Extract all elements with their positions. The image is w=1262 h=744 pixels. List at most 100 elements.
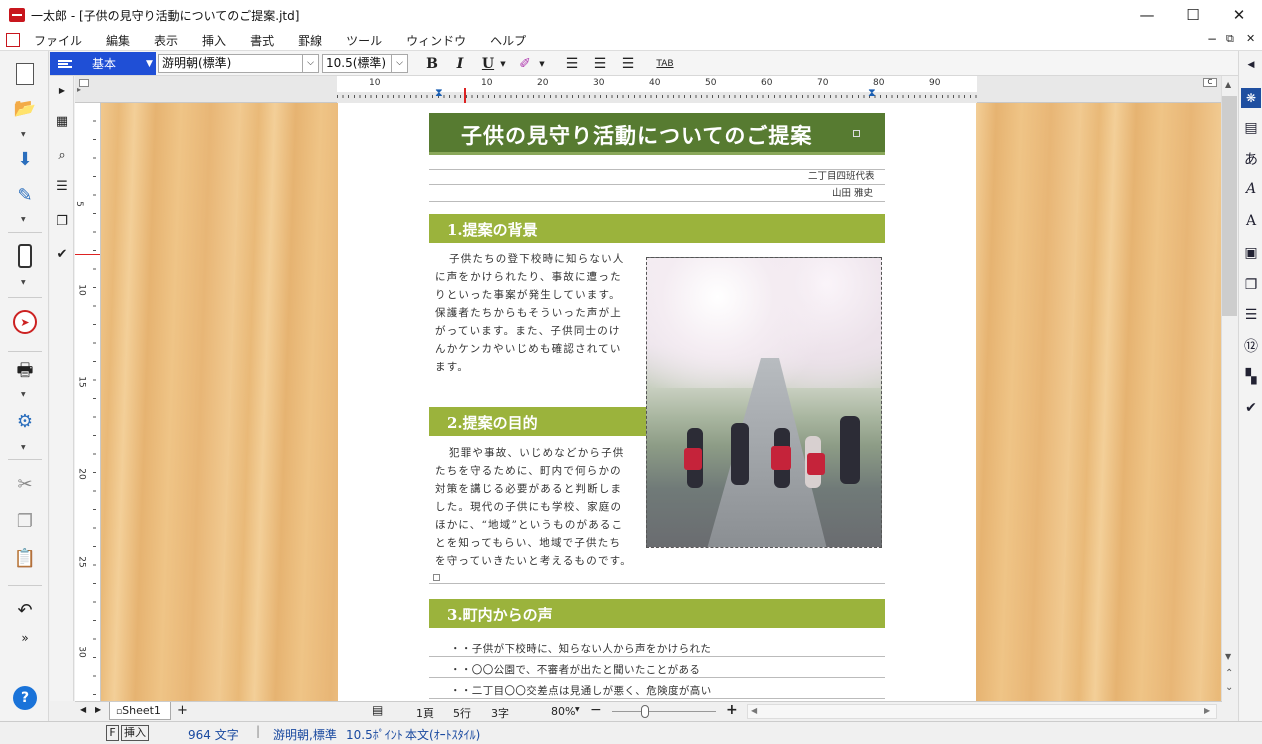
- save-as-icon[interactable]: ✎: [10, 180, 40, 210]
- doc-close-icon[interactable]: ✕: [1246, 32, 1255, 45]
- print-dropdown-icon[interactable]: ▼: [21, 391, 26, 398]
- horizontal-ruler[interactable]: ▸ 10 10 20 30 40 50 60 70 80 90 ⧗ ⧗ C: [75, 76, 1222, 103]
- menu-format[interactable]: 書式: [238, 32, 286, 49]
- ruler-label: 10: [481, 78, 493, 88]
- menu-window[interactable]: ウィンドウ: [394, 32, 478, 49]
- scroll-left-icon[interactable]: ◀: [751, 706, 757, 715]
- compass-icon[interactable]: ➤: [10, 307, 40, 337]
- font-select[interactable]: 游明朝(標準) ⌵: [158, 54, 319, 73]
- search-icon[interactable]: ⌕: [52, 145, 72, 165]
- print-icon[interactable]: 🖶: [10, 358, 40, 388]
- cut-icon[interactable]: ✂: [10, 469, 40, 499]
- sheet-tab[interactable]: ▫Sheet1: [109, 702, 171, 720]
- align-right-icon[interactable]: ☰: [618, 54, 638, 74]
- font-style-icon[interactable]: A: [1241, 179, 1261, 199]
- left-indent-marker-icon[interactable]: ⧗: [435, 86, 445, 100]
- text-line: りといった事案が発生しています。: [435, 289, 621, 301]
- doc-minimize-icon[interactable]: −: [1207, 32, 1217, 46]
- print-settings-icon[interactable]: ⚙: [10, 406, 40, 436]
- voice-list: ・・子供が下校時に、知らない人から声をかけられた ・・〇〇公園で、不審者が出たと…: [450, 639, 712, 702]
- size-select[interactable]: 10.5(標準) ⌵: [322, 54, 408, 73]
- undo-icon[interactable]: ↶: [10, 595, 40, 625]
- expand-icon[interactable]: ▶: [52, 80, 72, 100]
- scroll-up-icon[interactable]: ▲: [1225, 80, 1231, 89]
- save-dropdown-icon[interactable]: ▼: [21, 216, 26, 223]
- doc-icon[interactable]: [6, 33, 20, 47]
- menu-help[interactable]: ヘルプ: [478, 32, 538, 49]
- menu-view[interactable]: 表示: [142, 32, 190, 49]
- kana-icon[interactable]: あ: [1241, 149, 1261, 169]
- vertical-ruler[interactable]: 5 10 15 20 25 30: [74, 103, 101, 701]
- sheet-next-icon[interactable]: ▶: [95, 705, 101, 714]
- open-dropdown-icon[interactable]: ▼: [21, 131, 26, 138]
- children-photo[interactable]: [646, 257, 882, 548]
- window-title: 一太郎 - [子供の見守り活動についてのご提案.jtd]: [31, 8, 300, 23]
- add-sheet-button[interactable]: +: [177, 703, 188, 718]
- highlight-dropdown-icon[interactable]: ▼: [537, 54, 547, 74]
- page-up-icon[interactable]: ⌃: [1225, 668, 1233, 679]
- insert-mode-indicator[interactable]: 挿入: [121, 725, 149, 741]
- zoom-in-button[interactable]: +: [726, 702, 738, 718]
- scroll-thumb[interactable]: [1222, 96, 1237, 316]
- document-page[interactable]: 子供の見守り活動についてのご提案 二丁目四班代表 山田 雅史 1.提案の背景 子…: [338, 103, 976, 701]
- sheet-prev-icon[interactable]: ◀: [80, 705, 86, 714]
- save-icon[interactable]: ⬇: [10, 144, 40, 174]
- thumbnail-icon[interactable]: ▦: [52, 111, 72, 131]
- zoom-slider-track[interactable]: [612, 711, 716, 712]
- zoom-out-button[interactable]: −: [590, 702, 602, 718]
- scroll-down-icon[interactable]: ▼: [1225, 652, 1231, 661]
- palette-icon[interactable]: ❋: [1241, 88, 1261, 108]
- menu-ruledline[interactable]: 罫線: [286, 32, 334, 49]
- new-document-icon[interactable]: [10, 59, 40, 89]
- collapse-icon[interactable]: ◀: [1241, 55, 1261, 75]
- proofread-check-icon[interactable]: ✔: [1241, 398, 1261, 418]
- minimize-button[interactable]: —: [1124, 0, 1170, 30]
- ruler-left-arrow-icon[interactable]: ▸: [77, 85, 81, 94]
- tab-button[interactable]: TAB: [653, 54, 677, 74]
- right-indent-marker-icon[interactable]: ⧗: [868, 86, 878, 100]
- clipboard-icon[interactable]: ▤: [1241, 118, 1261, 138]
- horizontal-scrollbar[interactable]: ◀ ▶: [747, 704, 1217, 719]
- image-icon[interactable]: ▣: [1241, 243, 1261, 263]
- highlight-icon[interactable]: ✐: [515, 54, 535, 74]
- print-settings-dropdown-icon[interactable]: ▼: [21, 444, 26, 451]
- numbering-icon[interactable]: ⑫: [1241, 336, 1261, 356]
- menu-edit[interactable]: 編集: [94, 32, 142, 49]
- zoom-level[interactable]: 80%: [551, 705, 575, 718]
- device-icon[interactable]: [10, 241, 40, 271]
- underline-dropdown-icon[interactable]: ▼: [498, 54, 508, 74]
- more-icon[interactable]: »: [10, 623, 40, 653]
- device-dropdown-icon[interactable]: ▼: [21, 279, 26, 286]
- align-center-icon[interactable]: ☰: [590, 54, 610, 74]
- ruler-label: 30: [76, 646, 87, 658]
- italic-button[interactable]: I: [450, 54, 470, 74]
- zoom-slider-thumb[interactable]: [641, 705, 649, 718]
- check-icon[interactable]: ✔: [52, 244, 72, 264]
- list-format-icon[interactable]: ☰: [1241, 305, 1261, 325]
- bold-button[interactable]: B: [422, 54, 442, 74]
- function-key-indicator[interactable]: F: [106, 725, 119, 741]
- scroll-right-icon[interactable]: ▶: [1204, 706, 1210, 715]
- outline-icon[interactable]: ☰: [52, 176, 72, 196]
- underline-button[interactable]: U: [478, 54, 498, 74]
- pages-icon[interactable]: ❐: [1241, 275, 1261, 295]
- maximize-button[interactable]: ☐: [1170, 0, 1216, 30]
- view-mode-icon[interactable]: ▤: [372, 703, 383, 717]
- doc-restore-icon[interactable]: ⧉: [1226, 32, 1234, 46]
- menu-tools[interactable]: ツール: [334, 32, 394, 49]
- font-size-icon[interactable]: A: [1241, 211, 1261, 231]
- paste-icon[interactable]: 📋: [10, 543, 40, 573]
- menu-file[interactable]: ファイル: [22, 32, 94, 49]
- page-down-icon[interactable]: ⌄: [1225, 682, 1233, 693]
- copy-icon[interactable]: ❐: [10, 506, 40, 536]
- pattern-icon[interactable]: ▚: [1241, 367, 1261, 387]
- open-folder-icon[interactable]: 📂: [10, 93, 40, 123]
- align-left-icon[interactable]: ☰: [562, 54, 582, 74]
- red-backpack: [807, 453, 825, 475]
- zoom-dropdown-icon[interactable]: ▼: [575, 706, 580, 713]
- close-button[interactable]: ✕: [1216, 0, 1262, 30]
- page-icon[interactable]: ❐: [52, 211, 72, 231]
- menu-insert[interactable]: 挿入: [190, 32, 238, 49]
- help-icon[interactable]: ?: [10, 683, 40, 713]
- style-selector[interactable]: 基本 ▼: [50, 52, 156, 75]
